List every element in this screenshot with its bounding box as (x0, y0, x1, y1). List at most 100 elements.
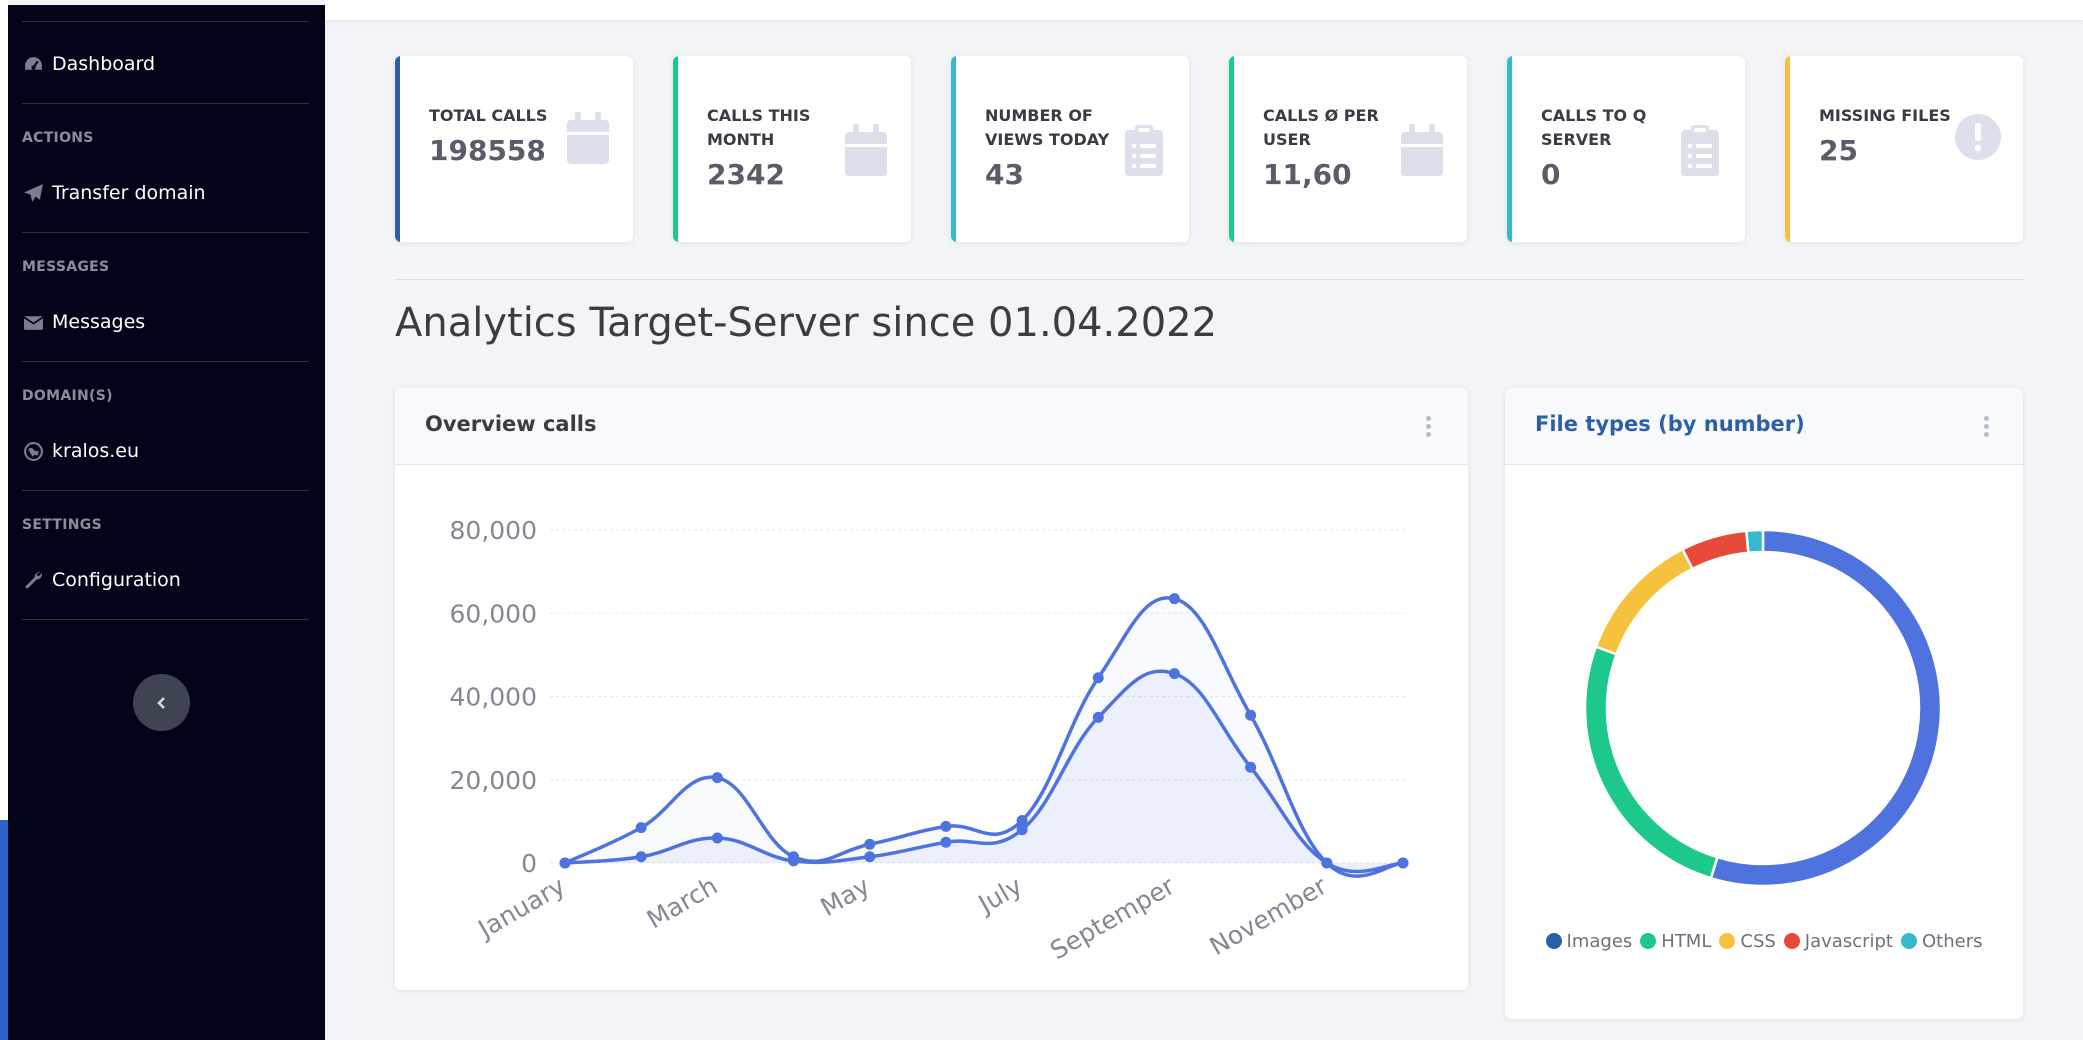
y-tick-label: 60,000 (450, 599, 537, 628)
sidebar-item-messages[interactable]: Messages (22, 302, 312, 342)
legend-item[interactable]: HTML (1640, 928, 1711, 956)
sidebar-heading-settings: SETTINGS (22, 517, 102, 533)
sidebar-item-label: Dashboard (52, 53, 156, 75)
sidebar-divider (22, 361, 309, 362)
sidebar-divider (22, 103, 309, 104)
y-tick-label: 20,000 (450, 766, 537, 795)
sidebar-item-kralos-eu[interactable]: kralos.eu (22, 431, 312, 471)
calendar-icon (1397, 122, 1447, 178)
legend-item[interactable]: CSS (1719, 928, 1776, 956)
legend-swatch (1545, 933, 1562, 949)
legend-label: Others (1921, 931, 1983, 952)
data-point (711, 772, 723, 784)
kpi-title: CALLS Ø PER USER (1263, 106, 1379, 149)
kpi-card-calls-this-month: CALLS THIS MONTH 2342 (673, 56, 911, 242)
topbar (325, 0, 2083, 20)
x-tick-label: November (1205, 871, 1333, 962)
sidebar-divider (22, 21, 309, 22)
window-edge (0, 0, 8, 820)
overview-calls-card: Overview calls 0 20,000 40,000 60,000 80,000… (395, 388, 1468, 990)
tachometer-icon (22, 53, 44, 75)
legend-label: Images (1566, 931, 1633, 952)
calendar-icon (563, 110, 613, 166)
sidebar-item-configuration[interactable]: Configuration (22, 560, 312, 600)
clipboard-list-icon (1675, 122, 1725, 178)
donut-slice (1709, 528, 1943, 888)
data-point (711, 832, 723, 844)
kpi-value: 43 (985, 158, 1024, 191)
x-tick-label: July (972, 871, 1027, 920)
kpi-card-views-today: NUMBER OF VIEWS TODAY 43 (951, 56, 1189, 242)
sidebar-divider (22, 232, 309, 233)
data-point (1397, 857, 1409, 869)
data-point (864, 851, 876, 863)
kpi-accent-bar (1507, 56, 1512, 242)
data-point (635, 822, 647, 834)
kpi-value: 198558 (429, 134, 546, 167)
data-point (864, 838, 876, 850)
x-tick-label: March (642, 871, 723, 934)
kpi-card-calls-to-q-server: CALLS TO Q SERVER 0 (1507, 56, 1745, 242)
sidebar-divider (22, 490, 309, 491)
data-point (1321, 857, 1333, 869)
legend-swatch (1900, 933, 1917, 949)
legend-item[interactable]: Images (1545, 928, 1633, 956)
legend-swatch (1640, 933, 1657, 949)
legend-swatch (1783, 933, 1800, 949)
data-point (788, 855, 800, 867)
kpi-title: MISSING FILES (1819, 106, 1951, 125)
chart-legend: Images HTML CSS Javascript Others (1505, 928, 2023, 956)
sidebar-item-transfer-domain[interactable]: Transfer domain (22, 173, 312, 213)
legend-item[interactable]: Others (1900, 928, 1983, 956)
sidebar-item-label: kralos.eu (52, 440, 140, 462)
legend-swatch (1719, 933, 1736, 949)
data-point (1168, 668, 1180, 680)
kpi-title: NUMBER OF VIEWS TODAY (985, 106, 1110, 149)
data-point (1245, 761, 1257, 773)
donut-slice (1594, 547, 1695, 656)
x-tick-label: January (472, 871, 570, 945)
kpi-accent-bar (395, 56, 400, 242)
sidebar-item-label: Transfer domain (52, 182, 206, 204)
y-tick-label: 80,000 (450, 516, 537, 545)
kpi-accent-bar (1785, 56, 1790, 242)
data-point (1016, 824, 1028, 836)
calendar-icon (841, 122, 891, 178)
clipboard-list-icon (1119, 122, 1169, 178)
kpi-accent-bar (1229, 56, 1234, 242)
kpi-card-calls-per-user: CALLS Ø PER USER 11,60 (1229, 56, 1467, 242)
y-tick-label: 0 (521, 849, 537, 878)
kpi-title: TOTAL CALLS (429, 106, 548, 125)
sidebar-heading-messages: MESSAGES (22, 259, 110, 275)
sidebar-toggle-button[interactable] (133, 674, 190, 731)
sidebar-item-dashboard[interactable]: Dashboard (22, 44, 312, 84)
globe-icon (22, 440, 44, 462)
chevron-left-icon (156, 696, 165, 709)
sidebar-heading-domains: DOMAIN(S) (22, 388, 113, 404)
sidebar: Dashboard ACTIONS Transfer domain MESSAG… (8, 5, 325, 1040)
sidebar-divider (22, 619, 309, 620)
data-point (1092, 711, 1104, 723)
background-edge (0, 820, 8, 1040)
kpi-value: 25 (1819, 134, 1858, 167)
kpi-accent-bar (951, 56, 956, 242)
paper-plane-icon (22, 182, 44, 204)
file-types-card: File types (by number) Images HTML CSS Java… (1505, 388, 2023, 1019)
donut-slice (1744, 528, 1765, 555)
kpi-accent-bar (673, 56, 678, 242)
legend-item[interactable]: Javascript (1783, 928, 1893, 956)
data-point (940, 836, 952, 848)
kpi-title: CALLS THIS MONTH (707, 106, 811, 149)
sidebar-item-label: Configuration (52, 569, 181, 591)
x-tick-label: May (815, 871, 874, 922)
legend-label: CSS (1740, 931, 1776, 952)
envelope-icon (22, 311, 44, 333)
legend-label: Javascript (1804, 931, 1893, 952)
kpi-title: CALLS TO Q SERVER (1541, 106, 1647, 149)
data-point (635, 851, 647, 863)
kpi-value: 11,60 (1263, 158, 1352, 191)
exclamation-circle-icon (1953, 110, 2003, 166)
data-point (1245, 709, 1257, 721)
overview-calls-chart: 0 20,000 40,000 60,000 80,000 January March May… (450, 516, 1409, 966)
x-tick-label: Septemper (1045, 871, 1180, 966)
